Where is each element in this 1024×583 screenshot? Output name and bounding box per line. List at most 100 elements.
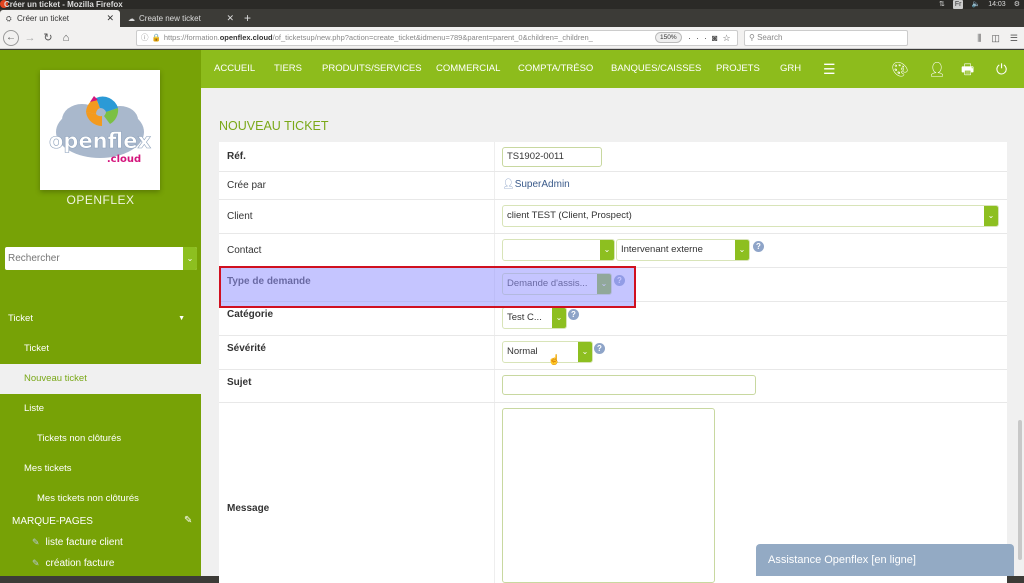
- url-path: /of_ticketsup/new.php?action=create_tick…: [272, 33, 593, 42]
- help-icon[interactable]: ?: [614, 275, 625, 286]
- close-tab-icon[interactable]: ✕: [226, 10, 234, 27]
- url-prefix: https://formation.: [163, 33, 220, 42]
- chevron-down-icon[interactable]: ⌄: [183, 247, 197, 270]
- menu-ticket[interactable]: Ticket: [0, 334, 201, 364]
- topmenu-compta-treso[interactable]: COMPTA/TRÉSO: [518, 50, 593, 88]
- subject-input[interactable]: [502, 375, 756, 395]
- subject-label: Sujet: [227, 377, 252, 388]
- zoom-level-badge[interactable]: 150%: [655, 32, 682, 43]
- bookmark-add-icon[interactable]: ✎: [184, 515, 192, 526]
- library-icon[interactable]: ⫼: [977, 30, 981, 46]
- message-textarea[interactable]: [502, 408, 715, 583]
- menu-tickets-non-clotures[interactable]: Tickets non clôturés: [0, 424, 201, 454]
- printer-icon[interactable]: 🖶: [961, 50, 974, 88]
- message-label: Message: [227, 503, 270, 514]
- ref-input[interactable]: TS1902-0011: [502, 147, 602, 167]
- hamburger-menu-icon[interactable]: ☰: [1010, 30, 1018, 46]
- chevron-down-icon: ⌄: [735, 240, 749, 260]
- tab-label: Créer un ticket: [17, 14, 70, 23]
- sidebar-toggle-icon[interactable]: ◫: [991, 30, 1000, 46]
- client-value: client TEST (Client, Prospect): [507, 210, 632, 221]
- row-severite: Sévérité Normal ⌄ ? ☝: [219, 336, 1007, 370]
- topmenu-accueil[interactable]: ACCUEIL: [214, 50, 255, 88]
- pocket-icon[interactable]: ◙: [712, 33, 722, 43]
- contact-select[interactable]: ⌄: [502, 239, 615, 261]
- created-by-value: SuperAdmin: [514, 179, 570, 190]
- chevron-down-icon: ⌄: [984, 206, 998, 226]
- bookmark-item[interactable]: ✎ liste facture client: [32, 537, 123, 548]
- browser-tab[interactable]: ☁ Create new ticket ✕: [122, 10, 240, 27]
- home-icon[interactable]: ⌂: [58, 30, 74, 46]
- company-logo[interactable]: openflex .cloud: [40, 70, 160, 190]
- browser-search-input[interactable]: ⚲ Search: [744, 30, 908, 46]
- row-type-demande: Type de demande Demande d'assis... ⌄ ?: [219, 268, 1007, 302]
- menu-mes-tickets[interactable]: Mes tickets: [0, 454, 201, 484]
- top-menu: ACCUEIL TIERS PRODUITS/SERVICES COMMERCI…: [201, 50, 1024, 88]
- new-tab-button[interactable]: +: [244, 10, 251, 27]
- user-icon[interactable]: 👤︎: [928, 50, 946, 88]
- browser-tab-active[interactable]: ⛭ Créer un ticket ✕: [0, 10, 120, 27]
- page-scrollbar[interactable]: [1018, 420, 1022, 560]
- row-ref: Réf. TS1902-0011: [219, 142, 1007, 172]
- contact-label: Contact: [227, 245, 262, 256]
- clock[interactable]: 14:03: [988, 0, 1006, 9]
- network-icon[interactable]: ⇅: [939, 0, 945, 9]
- client-select[interactable]: client TEST (Client, Prospect) ⌄: [502, 205, 999, 227]
- chat-widget[interactable]: Assistance Openflex [en ligne]: [756, 544, 1014, 576]
- keyboard-layout[interactable]: Fr: [952, 0, 964, 9]
- menu-nouveau-ticket[interactable]: Nouveau ticket: [0, 364, 201, 394]
- info-icon[interactable]: ⓘ: [141, 33, 149, 42]
- chevron-down-icon: ⌄: [552, 308, 566, 328]
- type-select[interactable]: Demande d'assis... ⌄: [502, 273, 612, 295]
- forward-arrow-icon[interactable]: →: [22, 30, 38, 46]
- close-tab-icon[interactable]: ✕: [106, 10, 114, 27]
- palette-icon[interactable]: 🎨︎: [891, 50, 909, 88]
- menu-label: Nouveau ticket: [24, 373, 87, 384]
- tab-label: Create new ticket: [139, 14, 201, 23]
- bookmark-label: liste facture client: [45, 537, 123, 548]
- help-icon[interactable]: ?: [568, 309, 579, 320]
- hamburger-menu-icon[interactable]: ☰: [823, 50, 836, 88]
- reload-icon[interactable]: ↻: [40, 30, 56, 46]
- browser-navbar: ← → ↻ ⌂ ⓘ 🔒 https://formation.openflex.clo…: [0, 27, 1024, 49]
- menu-liste[interactable]: Liste: [0, 394, 201, 424]
- topmenu-grh[interactable]: GRH: [780, 50, 801, 88]
- chevron-down-icon: ⌄: [597, 274, 611, 294]
- menu-mes-tickets-non-clotures[interactable]: Mes tickets non clôturés: [0, 484, 201, 514]
- contact-role-select[interactable]: Intervenant externe ⌄: [616, 239, 750, 261]
- bookmark-star-icon[interactable]: ☆: [722, 33, 735, 43]
- settings-gear-icon[interactable]: ⚙: [1014, 0, 1020, 9]
- topmenu-produits-services[interactable]: PRODUITS/SERVICES: [322, 50, 422, 88]
- volume-icon[interactable]: 🔈: [971, 0, 980, 9]
- topmenu-tiers[interactable]: TIERS: [274, 50, 302, 88]
- new-ticket-form: Réf. TS1902-0011 Crée par 👤︎SuperAdmin C…: [219, 142, 1007, 583]
- sidebar-search: ⌄: [5, 247, 197, 270]
- menu-label: Tickets non clôturés: [37, 433, 122, 444]
- category-select[interactable]: Test C... ⌄: [502, 307, 567, 329]
- caret-down-icon: ▼: [178, 315, 185, 322]
- user-icon: 👤︎: [502, 179, 515, 190]
- back-arrow-icon[interactable]: ←: [3, 30, 19, 46]
- bookmark-item[interactable]: ✎ création facture: [32, 558, 114, 569]
- topmenu-banques-caisses[interactable]: BANQUES/CAISSES: [611, 50, 701, 88]
- client-label: Client: [227, 211, 253, 222]
- type-value: Demande d'assis...: [507, 278, 588, 289]
- topmenu-projets[interactable]: PROJETS: [716, 50, 760, 88]
- menu-ticket-group[interactable]: Ticket ▼: [0, 304, 201, 334]
- bookmark-icon: ✎: [32, 558, 40, 568]
- created-by-link[interactable]: 👤︎SuperAdmin: [502, 179, 570, 190]
- menu-label: Liste: [24, 403, 45, 414]
- category-label: Catégorie: [227, 309, 274, 320]
- menu-label: Mes tickets non clôturés: [37, 493, 139, 504]
- help-icon[interactable]: ?: [753, 241, 764, 252]
- power-icon[interactable]: ⏻: [996, 50, 1007, 88]
- url-bar[interactable]: ⓘ 🔒 https://formation.openflex.cloud/of_ti…: [136, 30, 738, 46]
- lock-icon: 🔒: [151, 33, 161, 42]
- sidebar-search-input[interactable]: [5, 247, 183, 270]
- ref-label: Réf.: [227, 151, 246, 162]
- more-actions-icon[interactable]: ···: [688, 33, 712, 43]
- window-title: Créer un ticket - Mozilla Firefox: [4, 0, 123, 9]
- topmenu-commercial[interactable]: COMMERCIAL: [436, 50, 500, 88]
- help-icon[interactable]: ?: [594, 343, 605, 354]
- row-categorie: Catégorie Test C... ⌄ ?: [219, 302, 1007, 336]
